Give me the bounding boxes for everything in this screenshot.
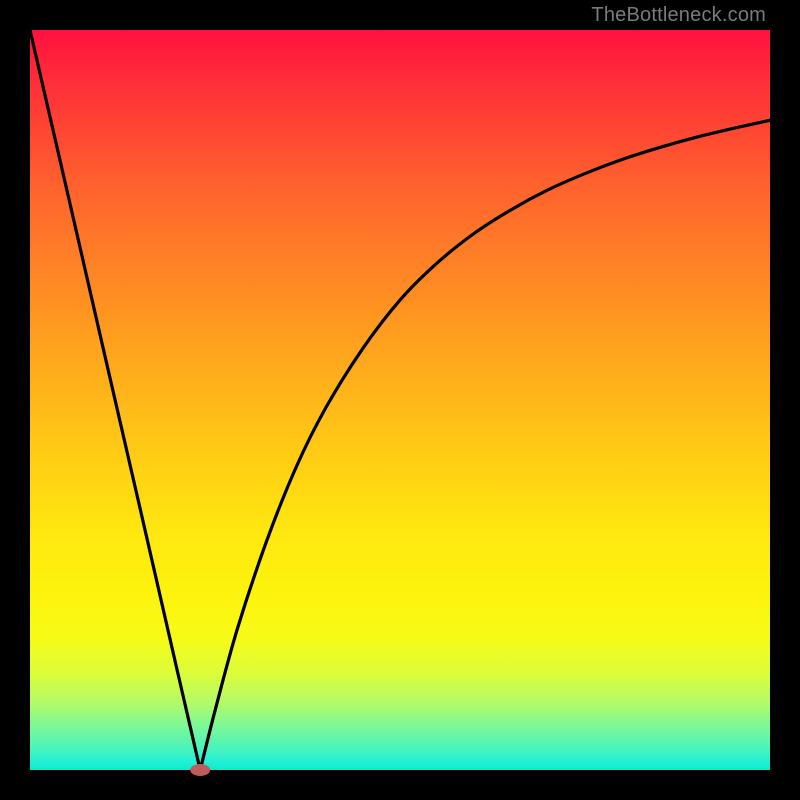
chart-frame: TheBottleneck.com	[0, 0, 800, 800]
vertex-marker	[190, 764, 210, 776]
curve-right-branch	[200, 120, 770, 770]
curve-layer	[30, 30, 770, 770]
curve-left-branch	[30, 30, 200, 770]
plot-area	[30, 30, 770, 770]
watermark-text: TheBottleneck.com	[591, 4, 766, 27]
